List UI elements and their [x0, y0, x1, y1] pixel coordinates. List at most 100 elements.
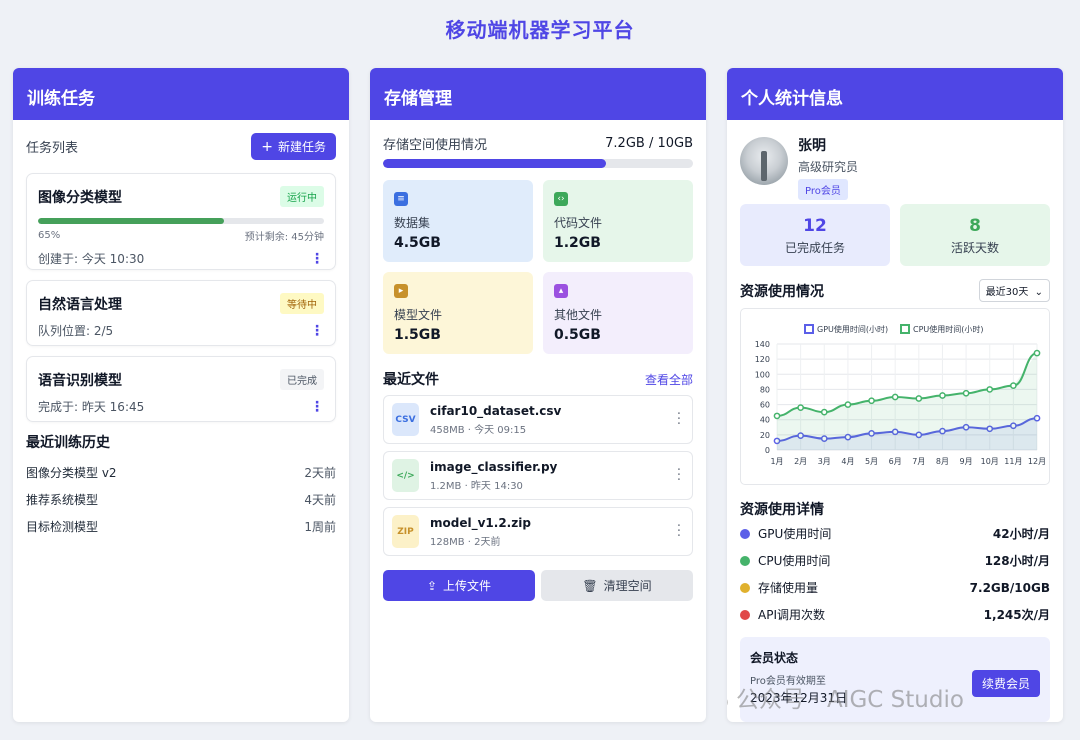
history-item[interactable]: 推荐系统模型 4天前	[26, 491, 336, 508]
legend-label: CPU使用时间(小时)	[913, 324, 984, 334]
stat-label: 活跃天数	[950, 241, 999, 255]
stat-active-days: 8 活跃天数	[900, 204, 1050, 266]
renew-membership-button[interactable]: 续费会员	[971, 670, 1040, 697]
training-history: 最近训练历史 图像分类模型 v2 2天前 推荐系统模型 4天前 目标检测模型 1…	[26, 432, 336, 535]
trash-icon: 🗑	[582, 578, 598, 593]
y-tick-label: 80	[760, 385, 770, 394]
detail-value: 42小时/月	[992, 527, 1050, 541]
stat-completed-tasks: 12 已完成任务	[740, 204, 890, 266]
more-options-icon[interactable]: ⋮	[310, 324, 324, 338]
detail-row-api: API调用次数 1,245次/月	[740, 606, 1050, 623]
file-name: cifar10_dataset.csv	[430, 403, 562, 418]
data-point	[1033, 349, 1041, 357]
clean-label: 清理空间	[603, 579, 652, 593]
resource-usage-title: 资源使用情况	[740, 283, 824, 300]
x-tick-label: 4月	[841, 457, 854, 466]
file-icon-label: CSV	[395, 414, 416, 425]
detail-row-gpu: GPU使用时间 42小时/月	[740, 525, 1050, 542]
x-tick-label: 12月	[1028, 457, 1046, 466]
tile-code-files[interactable]: ‹› 代码文件 1.2GB	[543, 180, 693, 262]
task-progress-fill	[38, 218, 224, 224]
legend-label: GPU使用时间(小时)	[817, 324, 888, 334]
file-name: model_v1.2.zip	[430, 515, 531, 530]
model-file-icon: ▸	[394, 284, 408, 298]
history-item-time: 4天前	[304, 493, 336, 507]
file-icon-label: </>	[396, 470, 415, 481]
tile-label: 模型文件	[394, 308, 443, 322]
file-row[interactable]: </> image_classifier.py 1.2MB · 昨天 14:30…	[383, 451, 693, 500]
file-row[interactable]: ZIP model_v1.2.zip 128MB · 2天前 · · ·	[383, 507, 693, 556]
task-card-image-classification[interactable]: 图像分类模型 运行中 65% 预计剩余: 45分钟 创建于: 今天 10:30 …	[26, 173, 336, 270]
history-item[interactable]: 图像分类模型 v2 2天前	[26, 464, 336, 481]
y-tick-label: 120	[755, 355, 770, 364]
task-finished-time: 完成于: 昨天 16:45	[38, 400, 145, 414]
series-area	[777, 353, 1037, 450]
data-point	[773, 412, 781, 420]
legend-dot	[740, 528, 750, 539]
task-progress-bar	[38, 218, 324, 224]
task-card-speech[interactable]: 语音识别模型 已完成 完成于: 昨天 16:45 ⋮	[26, 356, 336, 422]
view-all-link[interactable]: 查看全部	[645, 371, 693, 388]
status-badge: 运行中	[280, 186, 324, 207]
range-select[interactable]: 最近30天 ⌄	[978, 279, 1050, 302]
tile-value: 4.5GB	[394, 235, 441, 251]
storage-usage-bar	[383, 159, 693, 168]
detail-label: GPU使用时间	[758, 527, 832, 541]
y-tick-label: 20	[760, 431, 770, 440]
training-card-title: 训练任务	[13, 68, 349, 120]
clean-space-button[interactable]: 🗑 清理空间	[541, 570, 693, 601]
detail-value: 7.2GB/10GB	[969, 580, 1050, 595]
y-tick-label: 60	[760, 401, 770, 410]
data-point	[868, 397, 875, 405]
training-card: 训练任务 任务列表 + 新建任务 图像分类模型 运行中 65% 预计剩余: 45…	[13, 68, 349, 722]
new-task-button[interactable]: + 新建任务	[251, 133, 336, 160]
more-options-icon[interactable]: ⋮	[310, 252, 324, 266]
more-options-icon[interactable]: · · ·	[674, 520, 684, 543]
x-tick-label: 9月	[960, 457, 973, 466]
tile-datasets[interactable]: ≡ 数据集 4.5GB	[383, 180, 533, 262]
tile-model-files[interactable]: ▸ 模型文件 1.5GB	[383, 272, 533, 354]
x-tick-label: 3月	[818, 457, 831, 466]
file-icon-label: ZIP	[397, 526, 414, 537]
history-item-time: 1周前	[304, 520, 336, 534]
task-name: 图像分类模型	[38, 189, 122, 206]
data-point	[915, 395, 923, 402]
history-item-time: 2天前	[304, 466, 336, 480]
task-created-time: 创建于: 今天 10:30	[38, 252, 145, 266]
user-name: 张明	[798, 138, 826, 154]
storage-card-title: 存储管理	[370, 68, 706, 120]
legend-swatch	[804, 324, 814, 334]
zip-file-icon: ZIP	[392, 515, 419, 548]
tile-value: 1.5GB	[394, 327, 441, 343]
x-tick-label: 8月	[936, 457, 949, 466]
task-queue-position: 队列位置: 2/5	[38, 324, 114, 338]
task-card-nlp[interactable]: 自然语言处理 等待中 队列位置: 2/5 ⋮	[26, 280, 336, 346]
storage-card: 存储管理 存储空间使用情况 7.2GB / 10GB ≡ 数据集 4.5GB ‹…	[370, 68, 706, 722]
history-item-name: 目标检测模型	[26, 520, 99, 534]
storage-usage-text: 7.2GB / 10GB	[605, 136, 693, 151]
y-tick-label: 0	[765, 446, 770, 455]
task-list-label: 任务列表	[26, 141, 79, 156]
detail-row-storage: 存储使用量 7.2GB/10GB	[740, 579, 1050, 596]
tile-other-files[interactable]: ▴ 其他文件 0.5GB	[543, 272, 693, 354]
file-meta: 458MB · 今天 09:15	[430, 424, 527, 436]
file-row[interactable]: CSV cifar10_dataset.csv 458MB · 今天 09:15…	[383, 395, 693, 444]
line-chart: 0 20 40 60 80 100 120 140 1月 2月 3月 4月 5月 6月 7月 8月 9月 10月 1…	[755, 324, 1046, 466]
legend-dot	[740, 582, 750, 593]
avatar[interactable]	[740, 137, 788, 185]
more-options-icon[interactable]: ⋮	[310, 400, 324, 414]
data-point	[891, 393, 899, 401]
tile-label: 数据集	[394, 216, 431, 230]
stat-value: 8	[969, 216, 981, 236]
history-item[interactable]: 目标检测模型 1周前	[26, 518, 336, 535]
y-tick-label: 100	[755, 370, 770, 379]
tile-label: 代码文件	[554, 216, 603, 230]
watermark: ● 公众号 · AIGC Studio	[727, 680, 964, 714]
upload-file-button[interactable]: ⇪ 上传文件	[383, 570, 535, 601]
file-meta: 128MB · 2天前	[430, 536, 501, 548]
code-file-icon: ‹›	[554, 192, 568, 206]
more-options-icon[interactable]: · · ·	[674, 408, 684, 431]
stat-label: 已完成任务	[784, 241, 845, 255]
data-point	[844, 401, 852, 408]
more-options-icon[interactable]: · · ·	[674, 464, 684, 487]
